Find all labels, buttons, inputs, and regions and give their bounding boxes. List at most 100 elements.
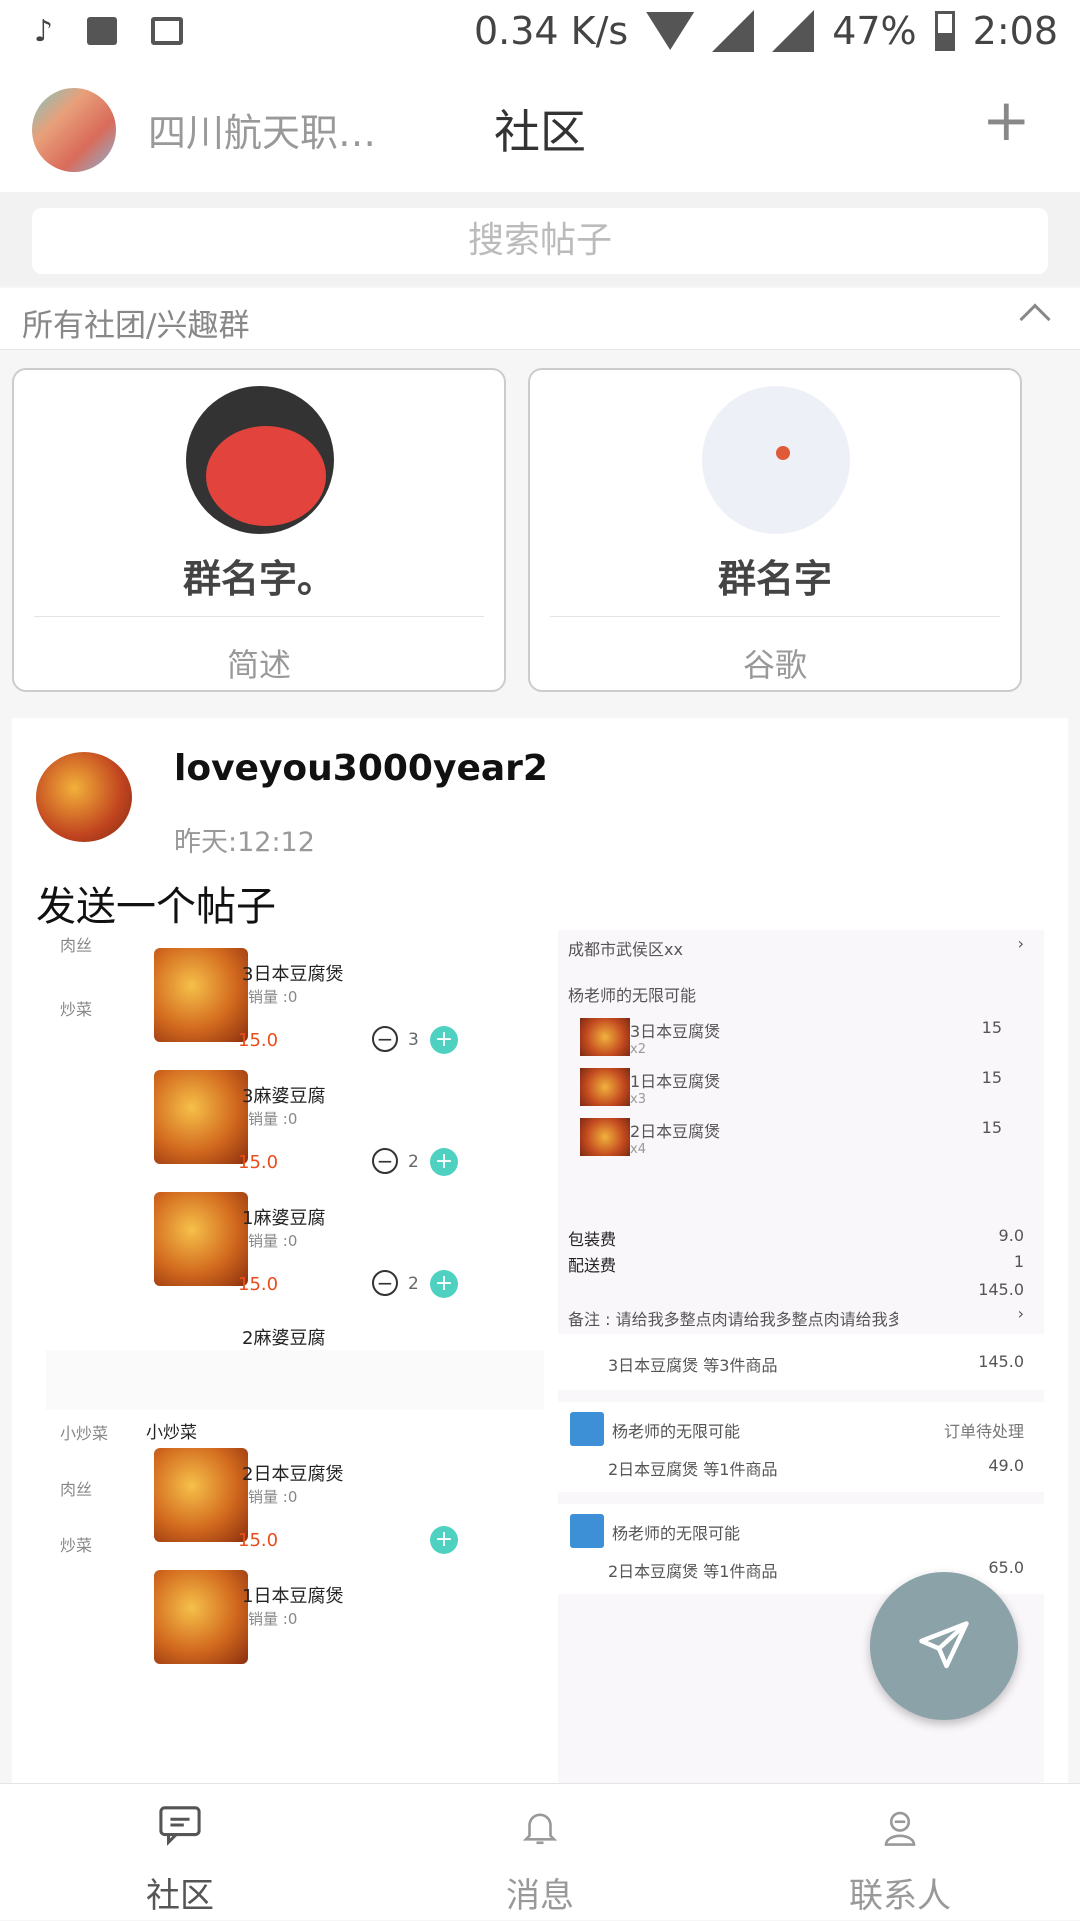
order-item-image [580, 1018, 630, 1056]
food-image [154, 1070, 248, 1164]
food-sales: 销量 :0 [248, 988, 298, 1006]
fee-label: 包装费 [568, 1230, 617, 1249]
battery-icon [934, 11, 955, 51]
fee-value: 1 [1013, 1252, 1024, 1271]
category-label: 肉丝 [60, 936, 93, 955]
fee-label: 配送费 [568, 1256, 617, 1275]
food-name: 2麻婆豆腐 [242, 1328, 326, 1349]
food-price: 15.0 [238, 1274, 279, 1295]
clock: 2:08 [972, 9, 1058, 53]
tab-contacts[interactable]: 联系人 [720, 1784, 1080, 1921]
signal-icon-2 [772, 10, 815, 52]
order-item-image [580, 1118, 630, 1156]
add-button[interactable]: + [430, 1026, 458, 1054]
search-input[interactable]: 搜索帖子 [32, 208, 1048, 274]
order-shop: 杨老师的无限可能 [612, 1422, 741, 1441]
food-image [154, 1570, 248, 1664]
post-avatar[interactable] [36, 752, 132, 842]
divider [34, 616, 484, 617]
group-card[interactable]: 群名字 谷歌 [528, 368, 1022, 692]
food-image [154, 1192, 248, 1286]
add-button[interactable]: + [430, 1270, 458, 1298]
message-icon [151, 17, 184, 45]
section-label: 所有社团/兴趣群 [22, 308, 250, 344]
address: 成都市武侯区xx [568, 940, 683, 959]
order-item-count: x4 [630, 1142, 646, 1157]
chevron-up-icon[interactable] [1019, 303, 1051, 335]
food-name: 3麻婆豆腐 [242, 1086, 326, 1107]
food-name: 1日本豆腐煲 [242, 1586, 344, 1607]
food-name: 1麻婆豆腐 [242, 1208, 326, 1229]
add-button[interactable]: + [430, 1148, 458, 1176]
net-speed: 0.34 K/s [473, 9, 629, 53]
send-icon [919, 1621, 969, 1669]
category-label: 炒菜 [60, 1000, 93, 1019]
chevron-right-icon: › [1017, 1304, 1024, 1323]
app-bar: 四川航天职业... 社区 + [0, 62, 1080, 192]
status-bar: ♪ 0.34 K/s 47% 2:08 [0, 0, 1080, 62]
order-item-price: 15 [981, 1118, 1002, 1137]
order-item-count: x3 [630, 1092, 646, 1107]
order-row[interactable]: 3日本豆腐煲 等3件商品 145.0 [558, 1334, 1044, 1390]
quantity: 3 [408, 1030, 419, 1050]
order-summary: 2日本豆腐煲 等1件商品 [608, 1562, 778, 1581]
group-section-header[interactable]: 所有社团/兴趣群 [0, 288, 1080, 350]
food-sales: 销量 :0 [248, 1232, 298, 1250]
order-note: 备注 : 请给我多整点肉请给我多整点肉请给我多整点肉 [568, 1310, 898, 1329]
quantity: 2 [408, 1274, 419, 1294]
food-sales: 销量 :0 [248, 1110, 298, 1128]
search-area: 搜索帖子 [0, 192, 1080, 286]
image-icon [87, 17, 118, 45]
group-avatar [702, 386, 850, 534]
food-price: 15.0 [238, 1152, 279, 1173]
food-name: 3日本豆腐煲 [242, 964, 344, 985]
school-name[interactable]: 四川航天职业... [148, 102, 408, 157]
divider [550, 616, 1000, 617]
order-total: 145.0 [978, 1280, 1024, 1299]
group-desc: 谷歌 [742, 646, 807, 684]
post-image-left[interactable]: 肉丝 炒菜 3日本豆腐煲 销量 :0 15.0 − 3 + 3麻婆豆腐 销量 :… [46, 930, 544, 1783]
food-price: 15.0 [238, 1030, 279, 1051]
tab-label: 联系人 [849, 1876, 951, 1916]
minus-button[interactable]: − [372, 1026, 398, 1052]
order-item-price: 15 [981, 1018, 1002, 1037]
add-icon[interactable]: + [982, 86, 1031, 154]
shop-name: 杨老师的无限可能 [568, 986, 697, 1005]
minus-button[interactable]: − [372, 1270, 398, 1296]
order-status: 订单待处理 [943, 1422, 1024, 1441]
group-avatar [186, 386, 334, 534]
order-row[interactable]: 杨老师的无限可能 订单待处理 2日本豆腐煲 等1件商品 49.0 [558, 1402, 1044, 1492]
add-button[interactable]: + [430, 1526, 458, 1554]
group-desc: 简述 [226, 646, 291, 684]
page-title: 社区 [494, 105, 586, 159]
category-label: 肉丝 [60, 1480, 93, 1499]
food-image [154, 1448, 248, 1542]
food-sales: 销量 :0 [248, 1610, 298, 1628]
order-item-image [580, 1068, 630, 1106]
category-label: 炒菜 [60, 1536, 93, 1555]
tab-messages[interactable]: 消息 [360, 1784, 720, 1921]
order-summary: 2日本豆腐煲 等1件商品 [608, 1460, 778, 1479]
section-title: 小炒菜 [146, 1423, 197, 1443]
group-card[interactable]: 群名字。 简述 [12, 368, 506, 692]
tab-label: 消息 [506, 1876, 574, 1916]
avatar[interactable] [32, 88, 116, 172]
order-amount: 49.0 [988, 1456, 1024, 1475]
order-shop: 杨老师的无限可能 [612, 1524, 741, 1543]
order-item-price: 15 [981, 1068, 1002, 1087]
tab-label: 社区 [146, 1876, 214, 1916]
food-sales: 销量 :0 [248, 1488, 298, 1506]
contact-icon [884, 1811, 916, 1846]
order-item-name: 3日本豆腐煲 [630, 1022, 721, 1041]
fee-value: 9.0 [998, 1226, 1024, 1245]
signal-icon [712, 10, 755, 52]
battery-percent: 47% [832, 9, 917, 53]
group-name: 群名字 [717, 557, 832, 601]
food-image [154, 948, 248, 1042]
shop-avatar [570, 1514, 604, 1548]
post-username[interactable]: loveyou3000year2 [174, 748, 548, 789]
minus-button[interactable]: − [372, 1148, 398, 1174]
tab-community[interactable]: 社区 [0, 1784, 360, 1921]
send-post-button[interactable] [870, 1572, 1018, 1720]
divider [46, 1350, 544, 1410]
